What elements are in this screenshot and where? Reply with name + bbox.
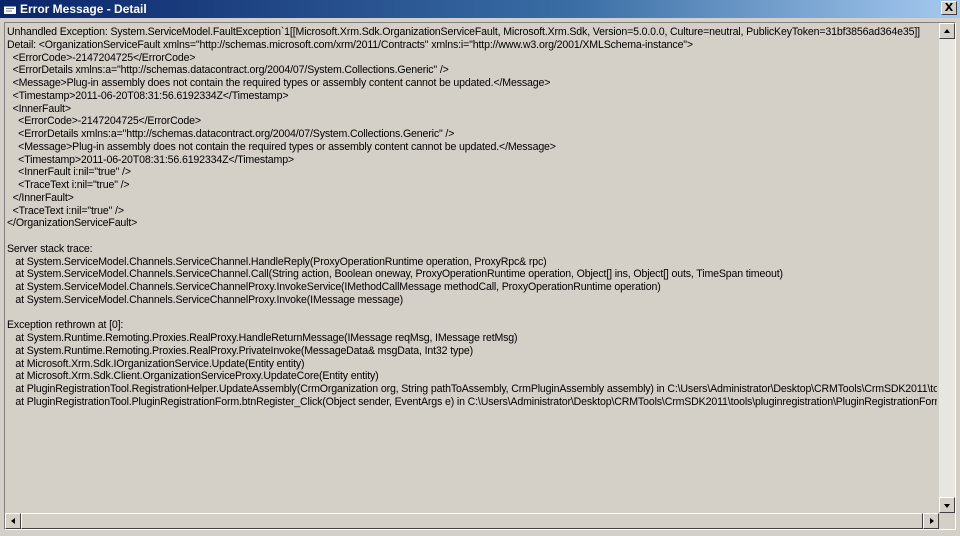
detail-text-line: at PluginRegistrationTool.PluginRegistra… — [7, 395, 937, 408]
detail-text-line: at Microsoft.Xrm.Sdk.Client.Organization… — [7, 370, 379, 383]
arrow-down-icon — [944, 504, 950, 508]
arrow-left-icon — [11, 518, 15, 524]
detail-text-line: at System.ServiceModel.Channels.ServiceC… — [7, 293, 403, 306]
scrollbar-corner — [939, 513, 955, 529]
detail-text-line: <ErrorDetails xmlns:a="http://schemas.da… — [7, 64, 449, 77]
detail-text-line: Unhandled Exception: System.ServiceModel… — [7, 26, 920, 38]
detail-text-line: </OrganizationServiceFault> — [7, 217, 138, 230]
detail-text-line: at Microsoft.Xrm.Sdk.IOrganizationServic… — [7, 357, 305, 370]
scroll-up-button[interactable] — [939, 23, 955, 39]
detail-text-line: <ErrorCode>-2147204725</ErrorCode> — [7, 115, 201, 128]
detail-text-line: </InnerFault> — [7, 191, 74, 204]
scroll-left-button[interactable] — [5, 513, 21, 529]
detail-text-line: Exception rethrown at [0]: — [7, 319, 124, 332]
app-window-icon — [3, 3, 17, 15]
detail-text-line: <InnerFault> — [7, 102, 71, 115]
arrow-up-icon — [944, 29, 950, 33]
arrow-right-icon — [930, 518, 934, 524]
detail-text-line: <TraceText i:nil="true" /> — [7, 179, 130, 191]
detail-text-line — [7, 307, 937, 320]
scroll-down-button[interactable] — [939, 497, 955, 513]
close-icon: X — [944, 1, 954, 14]
title-bar[interactable]: Error Message - Detail X — [0, 0, 960, 18]
window-title: Error Message - Detail — [20, 2, 147, 16]
detail-text-line: <Message>Plug-in assembly does not conta… — [7, 77, 551, 89]
error-detail-text: Unhandled Exception: System.ServiceModel… — [7, 26, 937, 511]
detail-text-line: <Timestamp>2011-06-20T08:31:56.6192334Z<… — [7, 153, 294, 166]
detail-text-line: at PluginRegistrationTool.RegistrationHe… — [15, 383, 937, 395]
detail-text-line: <Message>Plug-in assembly does not conta… — [7, 140, 556, 153]
detail-text-line: at System.ServiceModel.Channels.ServiceC… — [7, 255, 547, 268]
horizontal-scroll-thumb[interactable] — [21, 513, 923, 529]
detail-text-line: at System.ServiceModel.Channels.ServiceC… — [7, 268, 783, 281]
detail-text-line: <ErrorCode>-2147204725</ErrorCode> — [7, 51, 196, 64]
vertical-scrollbar[interactable] — [939, 23, 955, 513]
detail-text-line: Server stack trace: — [7, 242, 93, 255]
detail-text-line: Detail: <OrganizationServiceFault xmlns=… — [7, 38, 693, 51]
detail-text-line: at System.Runtime.Remoting.Proxies.RealP… — [7, 344, 474, 357]
horizontal-scrollbar[interactable] — [5, 513, 939, 529]
detail-text-line: <ErrorDetails xmlns:a="http://schemas.da… — [7, 128, 455, 140]
close-button[interactable]: X — [941, 1, 957, 15]
detail-text-line — [7, 230, 937, 243]
detail-text-line: <TraceText i:nil="true" /> — [7, 204, 124, 217]
detail-text-line: <InnerFault i:nil="true" /> — [7, 166, 131, 179]
detail-text-line: <Timestamp>2011-06-20T08:31:56.6192334Z<… — [7, 89, 289, 102]
error-detail-window: Error Message - Detail X Unhandled Excep… — [0, 0, 960, 536]
scroll-right-button[interactable] — [923, 513, 939, 529]
error-detail-textbox[interactable]: Unhandled Exception: System.ServiceModel… — [4, 22, 956, 530]
detail-text-line: at System.ServiceModel.Channels.ServiceC… — [7, 281, 661, 293]
detail-text-line: at System.Runtime.Remoting.Proxies.RealP… — [7, 332, 518, 344]
